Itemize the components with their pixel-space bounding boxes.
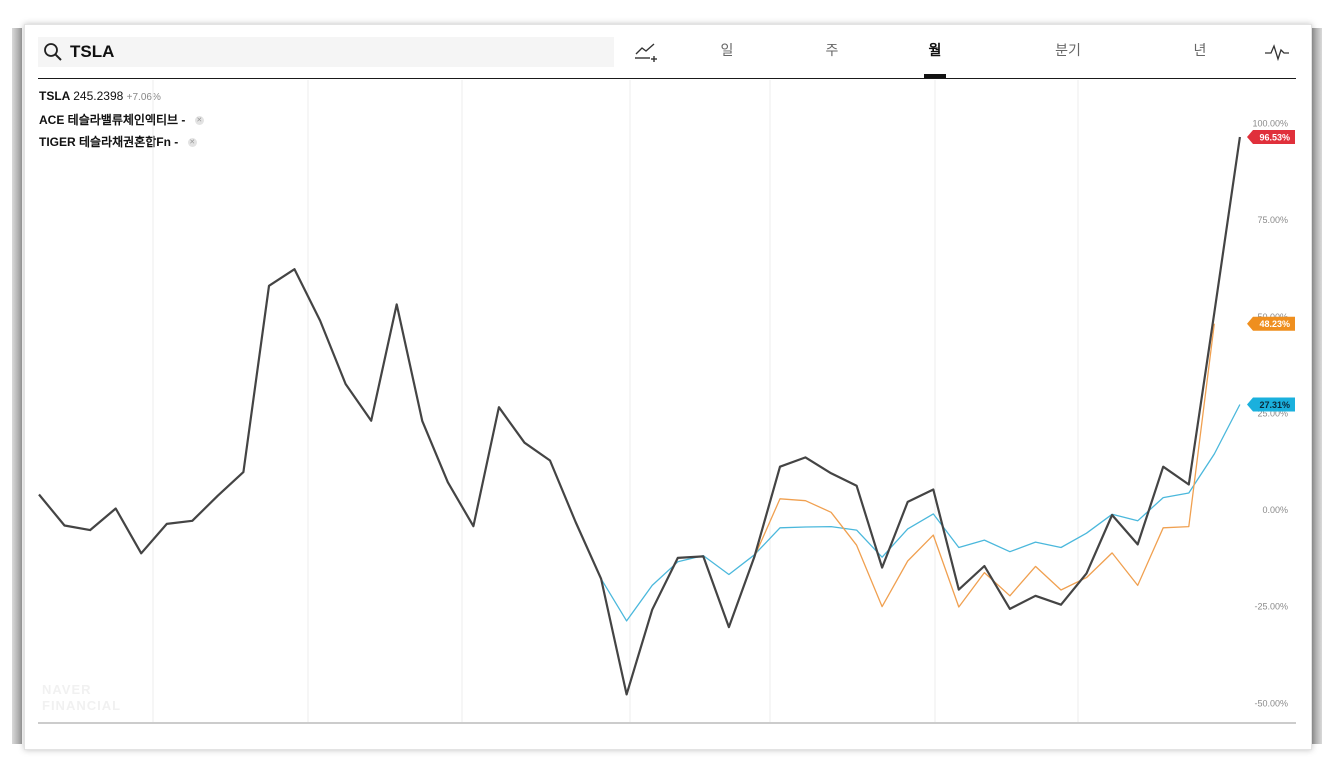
line-chart: 100.00%75.00%50.00%25.00%0.00%-25.00%-50… — [38, 80, 1296, 724]
last-value-label: 48.23% — [1259, 319, 1290, 329]
last-value-label: 96.53% — [1259, 133, 1290, 143]
y-tick-label: 75.00% — [1257, 215, 1288, 225]
series-line-tiger — [600, 404, 1241, 622]
last-value-label: 27.31% — [1259, 400, 1290, 410]
y-tick-label: -50.00% — [1254, 698, 1288, 708]
y-tick-label: -25.00% — [1254, 602, 1288, 612]
series-line-tsla — [38, 136, 1241, 696]
y-tick-label: 0.00% — [1262, 505, 1288, 515]
y-tick-label: 100.00% — [1252, 119, 1288, 129]
series-line-ace — [753, 323, 1215, 608]
